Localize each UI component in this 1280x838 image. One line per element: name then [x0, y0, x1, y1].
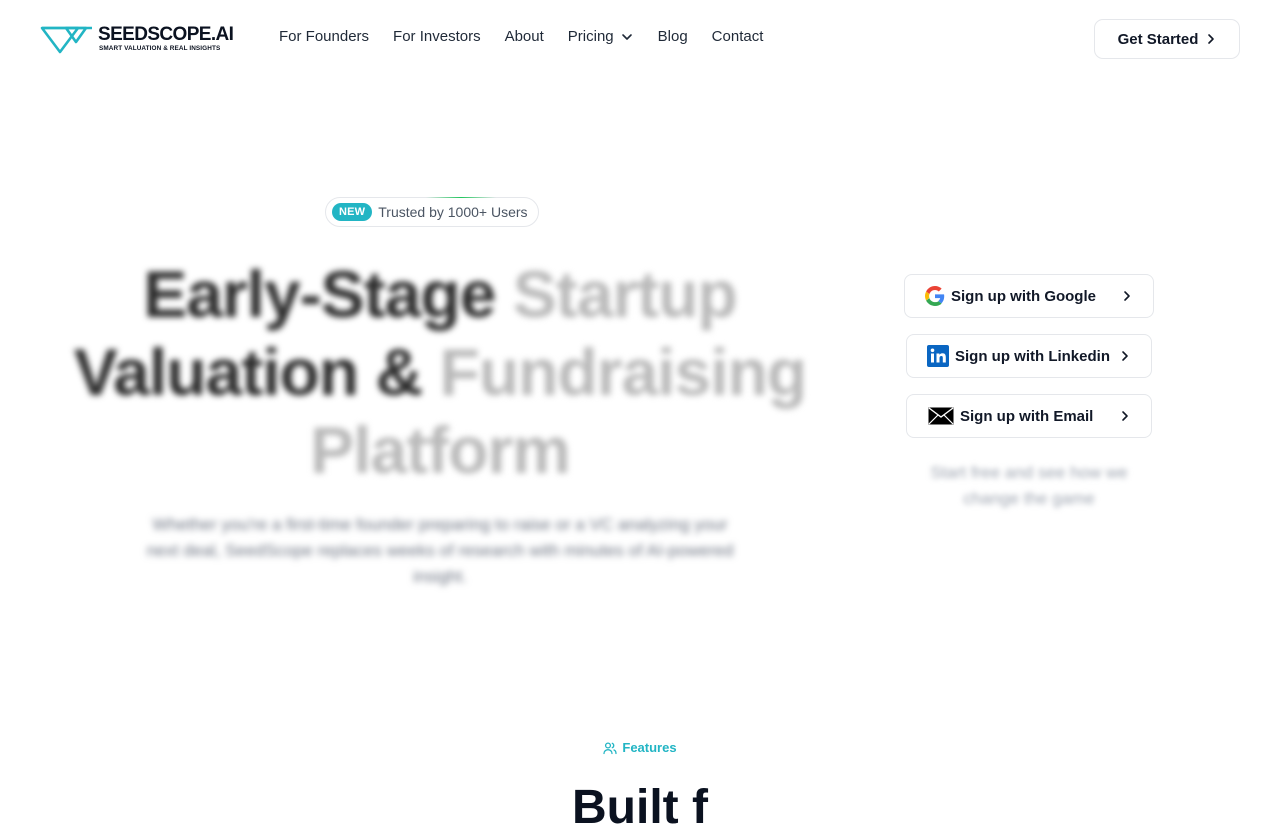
hero-title-part-2: Startup [512, 257, 738, 331]
get-started-label: Get Started [1117, 30, 1199, 48]
hero-title: Early-Stage Startup Valuation & Fundrais… [40, 255, 840, 489]
hero-subtitle: Whether you're a first-time founder prep… [146, 515, 734, 586]
features-label-text: Features [622, 740, 677, 755]
features-heading: Built f [572, 781, 708, 834]
google-icon [925, 286, 945, 306]
logo-triangles-icon [40, 26, 92, 54]
nav-link-about[interactable]: About [505, 28, 544, 45]
nav-pricing-label: Pricing [567, 28, 614, 45]
envelope-icon [928, 407, 954, 425]
get-started-button[interactable]: Get Started [1094, 19, 1240, 59]
new-pill: NEW [332, 203, 373, 221]
nav-link-pricing[interactable]: Pricing [568, 28, 634, 45]
chevron-right-icon [1122, 351, 1128, 361]
hero-title-part-1: Early-Stage [143, 257, 513, 331]
hero-title-part-5: Platform [310, 413, 571, 487]
features-label: Features [0, 740, 1280, 755]
chevron-right-icon [1208, 34, 1215, 44]
chevron-right-icon [1124, 291, 1130, 301]
navbar: SEEDSCOPE.AI SMART VALUATION & REAL INSI… [0, 0, 1280, 78]
nav-link-contact[interactable]: Contact [712, 28, 764, 45]
nav-link-for-investors[interactable]: For Investors [393, 28, 481, 45]
signup-note: Start free and see how we change the gam… [930, 463, 1128, 508]
nav-link-for-founders[interactable]: For Founders [279, 28, 369, 45]
signup-google-button[interactable]: Sign up with Google [904, 274, 1154, 318]
chevron-down-icon [621, 33, 632, 40]
signup-email-label: Sign up with Email [960, 407, 1094, 425]
signup-linkedin-button[interactable]: Sign up with Linkedin [906, 334, 1152, 378]
users-icon [603, 741, 618, 754]
signup-linkedin-label: Sign up with Linkedin [955, 347, 1110, 365]
badge-text: Trusted by 1000+ Users [378, 204, 528, 220]
signup-google-label: Sign up with Google [951, 287, 1096, 305]
brand-name: SEEDSCOPE.AI [98, 24, 234, 46]
signup-email-button[interactable]: Sign up with Email [906, 394, 1152, 438]
hero-title-part-3: Valuation & [73, 335, 440, 409]
chevron-right-icon [1122, 411, 1128, 421]
linkedin-icon [927, 345, 949, 367]
main-nav: For Founders For Investors About Pricing… [279, 28, 763, 45]
brand-tagline: SMART VALUATION & REAL INSIGHTS [99, 45, 221, 53]
nav-link-blog[interactable]: Blog [658, 28, 688, 45]
trusted-badge: NEW Trusted by 1000+ Users [325, 197, 539, 227]
hero-title-part-4: Fundraising [439, 335, 808, 409]
brand-logo[interactable]: SEEDSCOPE.AI SMART VALUATION & REAL INSI… [40, 22, 234, 56]
